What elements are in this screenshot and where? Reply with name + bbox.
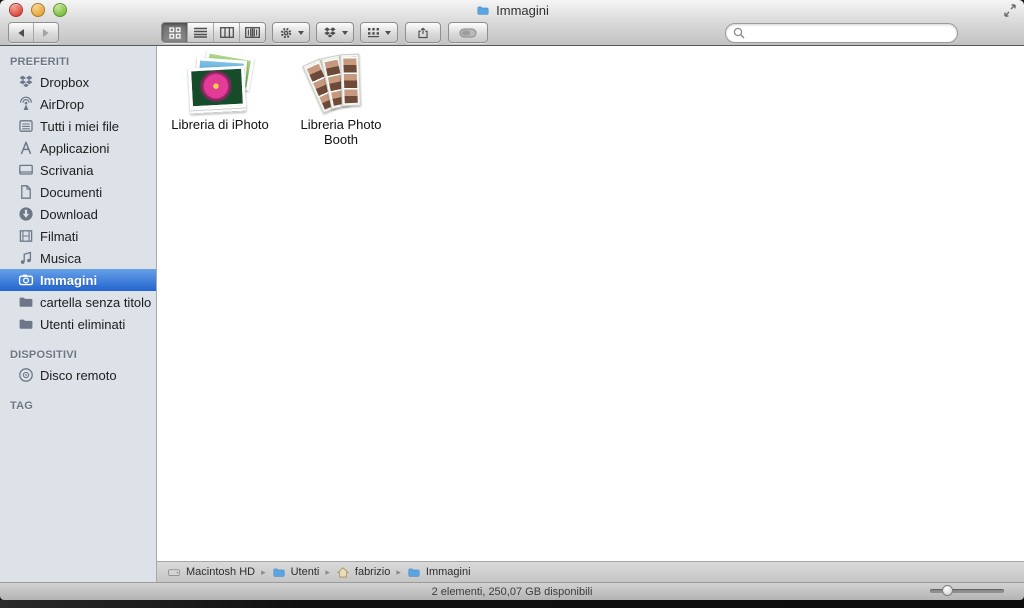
minimize-button[interactable]: [31, 3, 45, 17]
search-field[interactable]: [725, 22, 958, 43]
iphoto-library-icon: [187, 50, 255, 112]
movies-icon: [18, 228, 34, 244]
disc-icon: [18, 367, 34, 383]
desktop-background: [0, 600, 1024, 608]
action-menu-button[interactable]: [272, 22, 310, 43]
traffic-lights: [9, 3, 67, 17]
file-photobooth-library[interactable]: Libreria Photo Booth: [293, 53, 389, 147]
file-browser-area[interactable]: Libreria di iPhoto Libreria Photo Booth: [157, 46, 1024, 561]
window-title-area: Immagini: [0, 0, 1024, 20]
path-bar: Macintosh HD ▸ Utenti ▸ fabrizio ▸ Immag…: [157, 561, 1024, 582]
window-title: Immagini: [496, 2, 549, 18]
sidebar-item-applications[interactable]: Applicazioni: [0, 137, 156, 159]
search-input[interactable]: [749, 24, 950, 41]
camera-icon: [18, 272, 34, 288]
dropbox-menu-button[interactable]: [316, 22, 354, 43]
sidebar-section-preferiti: PREFERITI: [10, 56, 70, 68]
icon-size-slider[interactable]: [930, 585, 1004, 596]
file-iphoto-library[interactable]: Libreria di iPhoto: [159, 50, 281, 132]
folder-icon: [272, 566, 286, 579]
sidebar-item-all-files[interactable]: Tutti i miei file: [0, 115, 156, 137]
sidebar-item-documents[interactable]: Documenti: [0, 181, 156, 203]
sidebar-item-deleted-users[interactable]: Utenti eliminati: [0, 313, 156, 335]
sidebar-item-music[interactable]: Musica: [0, 247, 156, 269]
sidebar-item-download[interactable]: Download: [0, 203, 156, 225]
path-segment-immagini[interactable]: Immagini: [407, 566, 471, 579]
path-segment-fabrizio[interactable]: fabrizio: [336, 566, 390, 579]
documents-icon: [18, 184, 34, 200]
sidebar-section-dispositivi: DISPOSITIVI: [10, 349, 77, 361]
sidebar-item-desktop[interactable]: Scrivania: [0, 159, 156, 181]
folder-icon: [18, 294, 34, 310]
icon-view-button[interactable]: [162, 23, 188, 42]
fullscreen-icon[interactable]: [1003, 4, 1017, 17]
finder-window: Immagini PREFERITI Dropbox AirDrop Tutti…: [0, 0, 1024, 600]
list-view-button[interactable]: [188, 23, 214, 42]
sidebar-item-airdrop[interactable]: AirDrop: [0, 93, 156, 115]
hard-disk-icon: [167, 566, 181, 579]
status-bar: 2 elementi, 250,07 GB disponibili: [0, 582, 1024, 600]
window-header: Immagini: [0, 0, 1024, 46]
zoom-button[interactable]: [53, 3, 67, 17]
screen: Immagini PREFERITI Dropbox AirDrop Tutti…: [0, 0, 1024, 608]
folder-icon: [475, 4, 491, 16]
forward-button[interactable]: [34, 23, 58, 42]
download-icon: [18, 206, 34, 222]
sidebar-item-untitled-folder[interactable]: cartella senza titolo: [0, 291, 156, 313]
path-separator: ▸: [396, 566, 401, 577]
coverflow-view-button[interactable]: [240, 23, 265, 42]
sidebar: PREFERITI Dropbox AirDrop Tutti i miei f…: [0, 46, 157, 582]
chevron-down-icon: [297, 30, 304, 35]
sidebar-item-dropbox[interactable]: Dropbox: [0, 71, 156, 93]
path-segment-utenti[interactable]: Utenti: [272, 566, 319, 579]
close-button[interactable]: [9, 3, 23, 17]
chevron-down-icon: [341, 30, 348, 35]
file-label: Libreria di iPhoto: [171, 117, 269, 132]
dropbox-icon: [18, 74, 34, 90]
sidebar-section-tag: TAG: [10, 400, 34, 412]
status-text: 2 elementi, 250,07 GB disponibili: [431, 585, 593, 598]
title-bar[interactable]: Immagini: [0, 0, 1024, 20]
folder-icon: [407, 566, 421, 579]
arrange-menu-button[interactable]: [360, 22, 398, 43]
sidebar-item-remote-disc[interactable]: Disco remoto: [0, 364, 156, 386]
tags-button[interactable]: [448, 22, 488, 43]
all-files-icon: [18, 118, 34, 134]
nav-buttons: [8, 22, 59, 43]
back-button[interactable]: [9, 23, 34, 42]
music-icon: [18, 250, 34, 266]
sidebar-item-pictures[interactable]: Immagini: [0, 269, 156, 291]
path-separator: ▸: [261, 566, 266, 577]
sidebar-item-movies[interactable]: Filmati: [0, 225, 156, 247]
view-switcher: [161, 22, 266, 43]
share-button[interactable]: [405, 22, 441, 43]
photobooth-library-icon: [302, 53, 373, 114]
search-icon: [733, 27, 745, 38]
path-separator: ▸: [325, 566, 330, 577]
file-label: Libreria Photo Booth: [300, 117, 382, 147]
path-segment-macintosh-hd[interactable]: Macintosh HD: [167, 566, 255, 579]
desktop-icon: [18, 162, 34, 178]
home-icon: [336, 566, 350, 579]
slider-knob[interactable]: [942, 585, 953, 596]
folder-icon: [18, 316, 34, 332]
applications-icon: [18, 140, 34, 156]
airdrop-icon: [18, 96, 34, 112]
toolbar: [0, 20, 1024, 45]
column-view-button[interactable]: [214, 23, 240, 42]
chevron-down-icon: [385, 30, 391, 35]
